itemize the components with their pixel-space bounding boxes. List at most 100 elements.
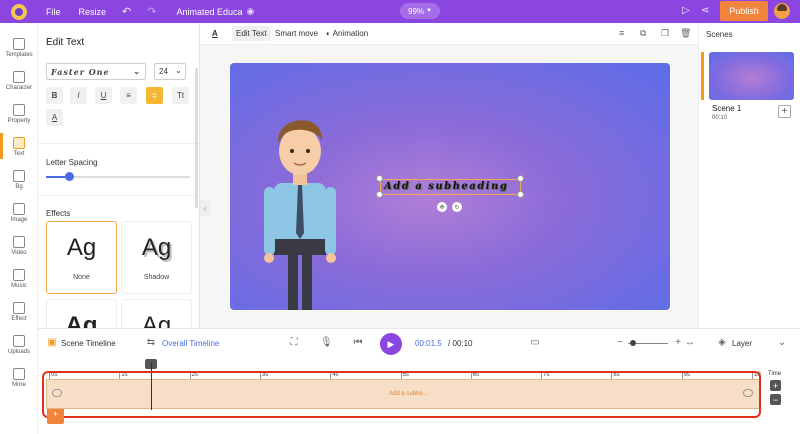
smart-move-tab[interactable]: Smart move [275, 29, 318, 38]
bold-button[interactable]: B [46, 87, 63, 104]
animation-icon: ◐ [326, 29, 331, 38]
undo-icon[interactable]: ↶ [122, 5, 131, 18]
text-icon [13, 137, 25, 149]
subheading-text[interactable]: Add a subheading [384, 181, 508, 192]
chevron-down-icon: ▼ [426, 8, 432, 14]
chevron-down-icon[interactable]: ⌄ [776, 337, 788, 349]
move-icon[interactable]: ✥ [437, 202, 447, 212]
rail-item-label: Image [10, 217, 28, 223]
rail-item-uploads[interactable]: Uploads [0, 335, 38, 355]
time-decrease-button[interactable]: − [770, 394, 781, 405]
rail-item-character[interactable]: Character [0, 71, 38, 91]
share-icon[interactable]: ⋖ [701, 5, 709, 16]
rail-item-property[interactable]: Property [0, 104, 38, 124]
preview-eye-icon[interactable]: ◉ [247, 6, 255, 17]
underline-button[interactable]: U [95, 87, 112, 104]
redo-icon[interactable]: ↷ [147, 5, 156, 18]
resize-menu[interactable]: Resize [79, 7, 107, 17]
rail-item-label: Text [13, 151, 25, 157]
rail-item-video[interactable]: Video [0, 236, 38, 256]
fit-screen-icon[interactable]: ⛶ [288, 337, 300, 349]
align-center-button[interactable]: ≑ [146, 87, 163, 104]
rail-item-label: Property [7, 118, 31, 124]
publish-button[interactable]: Publish [720, 1, 768, 21]
subheading-text-box[interactable]: Add a subheading [380, 179, 521, 195]
layer-dropdown[interactable]: Layer [732, 339, 752, 348]
play-preview-icon[interactable]: ▷ [682, 5, 690, 16]
resize-handle[interactable] [376, 191, 383, 198]
text-color-button[interactable]: A [46, 109, 63, 126]
rotate-icon[interactable]: ↻ [452, 202, 462, 212]
rail-item-music[interactable]: Music [0, 269, 38, 289]
time-label: Time [768, 371, 782, 377]
skip-back-icon[interactable]: ⏮ [352, 337, 364, 349]
app-logo[interactable] [0, 0, 38, 23]
align-icon[interactable]: ≡ [619, 28, 629, 38]
animation-label: Animation [332, 29, 369, 38]
rail-item-bg[interactable]: Bg [0, 170, 38, 190]
resize-handle[interactable] [517, 175, 524, 182]
effect-card[interactable]: Ag [121, 299, 192, 328]
bg-icon [13, 170, 25, 182]
rail-item-label: Video [11, 250, 27, 256]
timeline-zoom-thumb[interactable] [630, 340, 636, 346]
scene-timeline-tab[interactable]: Scene Timeline [61, 339, 116, 348]
rail-item-label: Effect [11, 316, 27, 322]
effects-label: Effects [46, 209, 71, 218]
templates-icon [13, 38, 25, 50]
zoom-out-icon[interactable]: − [614, 337, 626, 349]
rail-item-image[interactable]: Image [0, 203, 38, 223]
overall-timeline-icon: ⇆ [146, 337, 156, 348]
layers-icon[interactable]: ⧉ [640, 28, 650, 38]
font-size-select[interactable]: 24 ⌄ [154, 63, 186, 80]
effect-preview: Ag [66, 234, 97, 261]
panel-scrollbar[interactable] [195, 68, 198, 208]
subtitle-icon[interactable]: ▭ [529, 337, 541, 349]
avatar[interactable] [774, 3, 790, 19]
effect-shadow-card[interactable]: Ag Shadow [121, 221, 192, 294]
text-color-icon[interactable]: A [212, 29, 218, 38]
file-menu[interactable]: File [46, 7, 61, 17]
zoom-in-icon[interactable]: + [672, 337, 684, 349]
rail-item-templates[interactable]: Templates [0, 38, 38, 58]
zoom-value: 99% [408, 6, 425, 16]
video-icon [13, 236, 25, 248]
font-family-value: Faster One [51, 67, 110, 77]
trash-icon[interactable]: 🗑 [680, 28, 691, 38]
time-increase-button[interactable]: + [770, 380, 781, 391]
rail-item-more[interactable]: More [0, 368, 38, 388]
highlight-box [42, 371, 761, 418]
timeline-panel: ▣ Scene Timeline ⇆ Overall Timeline ⛶ 🎙 … [38, 328, 800, 434]
rail-item-label: Bg [15, 184, 23, 190]
expand-icon[interactable]: ↔ [684, 337, 696, 349]
add-track-button[interactable]: + [47, 409, 64, 424]
rail-item-text[interactable]: Text [0, 133, 38, 159]
edit-text-tab[interactable]: Edit Text [232, 26, 271, 41]
effect-icon [13, 302, 25, 314]
italic-button[interactable]: I [70, 87, 87, 104]
text-case-button[interactable]: Tt [172, 87, 189, 104]
scene-thumbnail[interactable] [709, 52, 794, 100]
animation-tab[interactable]: ◐ Animation [326, 29, 368, 38]
collapse-panel-button[interactable]: ‹ [200, 200, 210, 216]
resize-handle[interactable] [517, 191, 524, 198]
resize-handle[interactable] [376, 175, 383, 182]
divider [38, 143, 199, 144]
rail-item-effect[interactable]: Effect [0, 302, 38, 322]
copy-icon[interactable]: ❐ [661, 28, 671, 38]
font-family-select[interactable]: Faster One ⌄ [46, 63, 146, 80]
effect-preview: Ag [65, 312, 98, 328]
effect-card[interactable]: Ag [46, 299, 117, 328]
effect-none-card[interactable]: Ag None [46, 221, 117, 294]
rail-item-label: Music [11, 283, 27, 289]
zoom-dropdown[interactable]: 99% ▼ [400, 3, 440, 19]
document-title[interactable]: Animated Educa [176, 7, 242, 17]
list-button[interactable]: ≡ [120, 87, 137, 104]
canvas-toolbar: A Edit Text Smart move ◐ Animation ≡ ⧉ ❐… [200, 23, 698, 45]
overall-timeline-tab[interactable]: Overall Timeline [162, 339, 219, 348]
add-scene-button[interactable]: + [778, 105, 791, 118]
play-button[interactable]: ▶ [380, 333, 402, 355]
microphone-icon[interactable]: 🎙 [320, 337, 333, 349]
character-icon [13, 71, 25, 83]
letter-spacing-slider-thumb[interactable] [65, 172, 74, 181]
